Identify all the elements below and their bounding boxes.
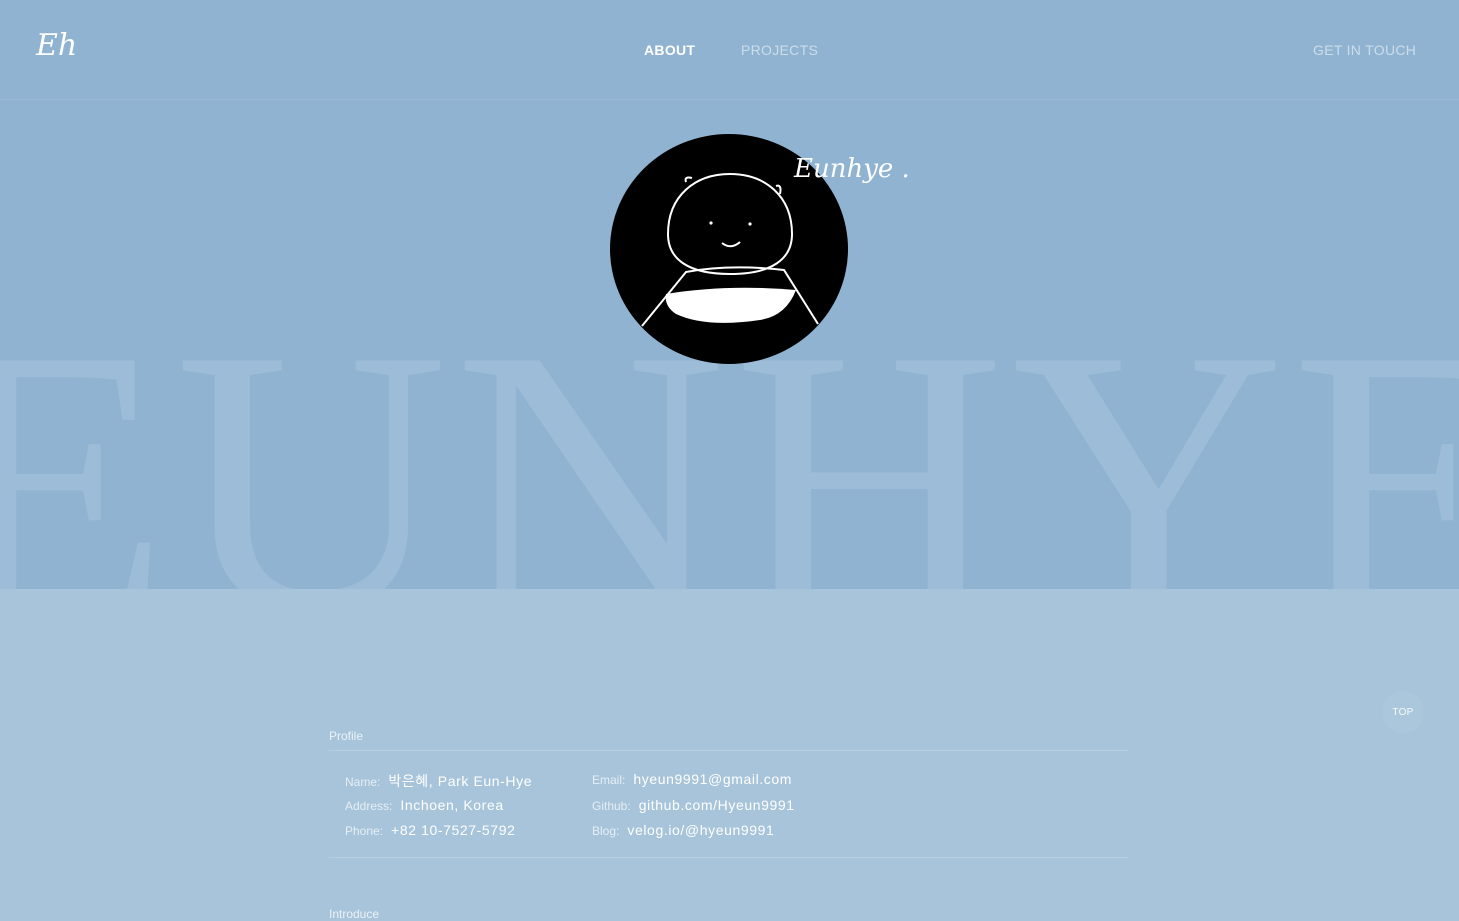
signature: Eunhye . [794,154,910,184]
profile-phone-row: Phone: +82 10-7527-5792 [345,822,515,840]
phone-label: Phone: [345,824,384,838]
email-label: Email: [592,773,626,787]
site-logo[interactable]: Eh [36,28,77,63]
name-label: Name: [345,775,381,789]
introduce-section-title: Introduce [329,907,380,921]
profile-blog-row: Blog: velog.io/@hyeun9991 [592,822,774,840]
profile-bottom-divider [329,857,1129,858]
blog-label: Blog: [592,824,620,838]
email-value[interactable]: hyeun9991@gmail.com [633,771,792,787]
phone-value: +82 10-7527-5792 [391,822,516,838]
get-in-touch-link[interactable]: GET IN TOUCH [1313,42,1416,58]
github-label: Github: [592,799,631,813]
profile-address-row: Address: Inchoen, Korea [345,797,504,815]
header-divider [0,99,1459,100]
profile-github-row: Github: github.com/Hyeun9991 [592,797,795,815]
nav-projects-link[interactable]: PROJECTS [741,42,818,58]
nav-about-link[interactable]: ABOUT [644,42,695,58]
profile-section-title: Profile [329,729,364,743]
profile-name-row: Name: 박은혜, Park Eun-Hye [345,771,532,791]
address-label: Address: [345,799,393,813]
profile-top-divider [329,750,1129,751]
address-value: Inchoen, Korea [400,797,504,813]
github-link[interactable]: github.com/Hyeun9991 [639,797,795,813]
profile-email-row: Email: hyeun9991@gmail.com [592,771,792,789]
scroll-to-top-button[interactable]: TOP [1382,691,1424,733]
blog-link[interactable]: velog.io/@hyeun9991 [627,822,774,838]
hero-section: EUNHYE Eunhye . [0,0,1459,589]
name-value: 박은혜, Park Eun-Hye [388,773,533,789]
